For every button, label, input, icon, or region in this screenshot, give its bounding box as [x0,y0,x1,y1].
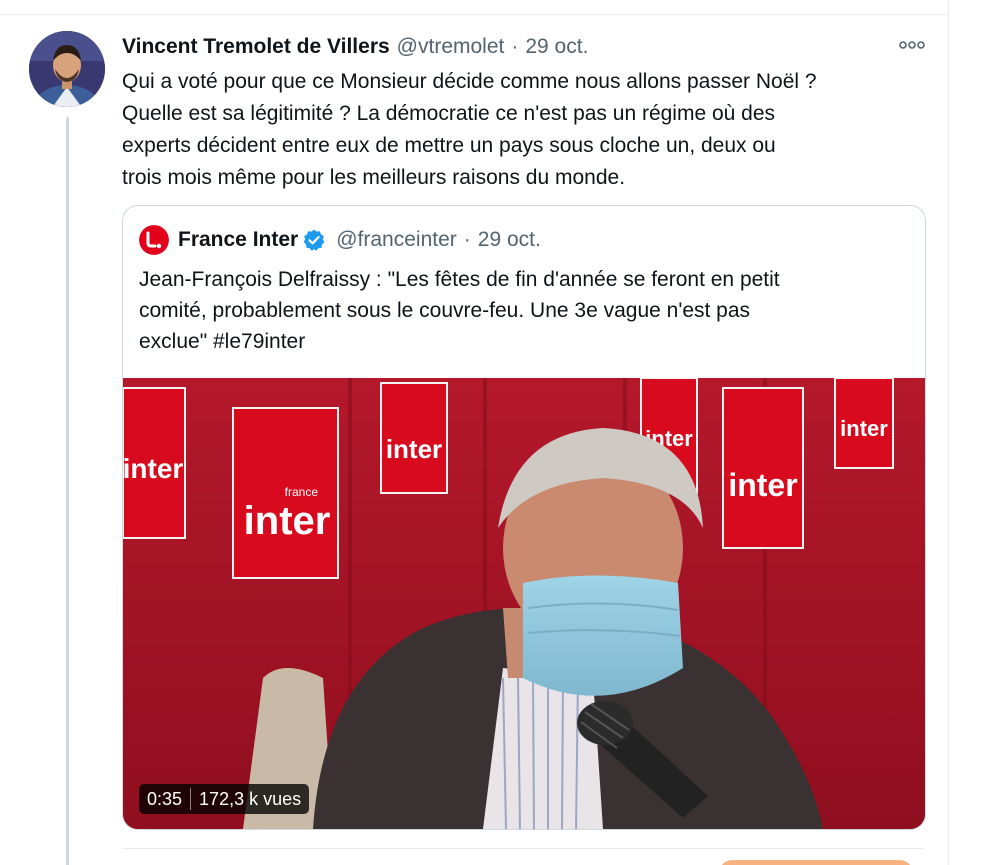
svg-text:inter: inter [386,434,442,464]
thread-connector-line [66,117,69,865]
inter-logo-right: inter [722,387,804,549]
quoted-tweet-text: Jean-François Delfraissy : "Les fêtes de… [139,268,780,353]
quoted-tweet-card[interactable]: France Inter @franceinter · 29 oct. Jean… [122,205,926,830]
quoted-tweet-date[interactable]: 29 oct. [478,228,541,252]
video-player[interactable]: france inter inter inter inter inter int… [123,378,925,829]
tweet-header: Vincent Tremolet de Villers @vtremolet ·… [122,33,588,61]
quoted-author-name[interactable]: France Inter [178,228,298,252]
user-avatar-icon [29,31,105,107]
tweet-text: Qui a voté pour que ce Monsieur décide c… [122,70,817,189]
verified-badge-icon [303,229,325,251]
header-separator: · [511,35,519,58]
svg-text:inter: inter [244,499,331,543]
france-inter-logo-icon [139,225,169,255]
inter-logo-left: inter [123,387,186,539]
partially-visible-button[interactable] [718,860,914,865]
svg-text:inter: inter [840,416,888,441]
inter-logo-mid: inter [380,382,448,494]
video-frame-image: france inter inter inter inter inter int… [123,378,925,829]
quoted-author-handle[interactable]: @franceinter [336,228,457,252]
svg-text:france: france [285,485,319,499]
svg-text:inter: inter [728,467,797,503]
video-duration: 0:35 [147,788,183,809]
quoted-author-avatar[interactable] [139,225,169,255]
inter-logo-far-right: inter [834,378,894,469]
more-dots-icon [899,41,925,49]
video-view-count: 172,3 k vues [199,788,302,809]
svg-text:inter: inter [123,453,183,484]
more-options-button[interactable] [895,34,929,56]
badge-divider [190,788,192,810]
timeline-divider [948,0,949,865]
tweet-page: Vincent Tremolet de Villers @vtremolet ·… [0,0,991,865]
quoted-tweet-header: France Inter @franceinter · 29 oct. [139,225,541,255]
tweet-date[interactable]: 29 oct. [525,35,588,59]
video-stats-badge: 0:35 172,3 k vues [139,784,310,814]
quoted-header-separator: · [463,228,471,251]
author-name[interactable]: Vincent Tremolet de Villers [122,35,390,59]
inter-logo-large: france inter [232,407,339,579]
author-avatar[interactable] [29,31,105,107]
action-bar-divider [122,848,924,849]
top-divider [0,14,948,15]
author-handle[interactable]: @vtremolet [397,35,505,59]
